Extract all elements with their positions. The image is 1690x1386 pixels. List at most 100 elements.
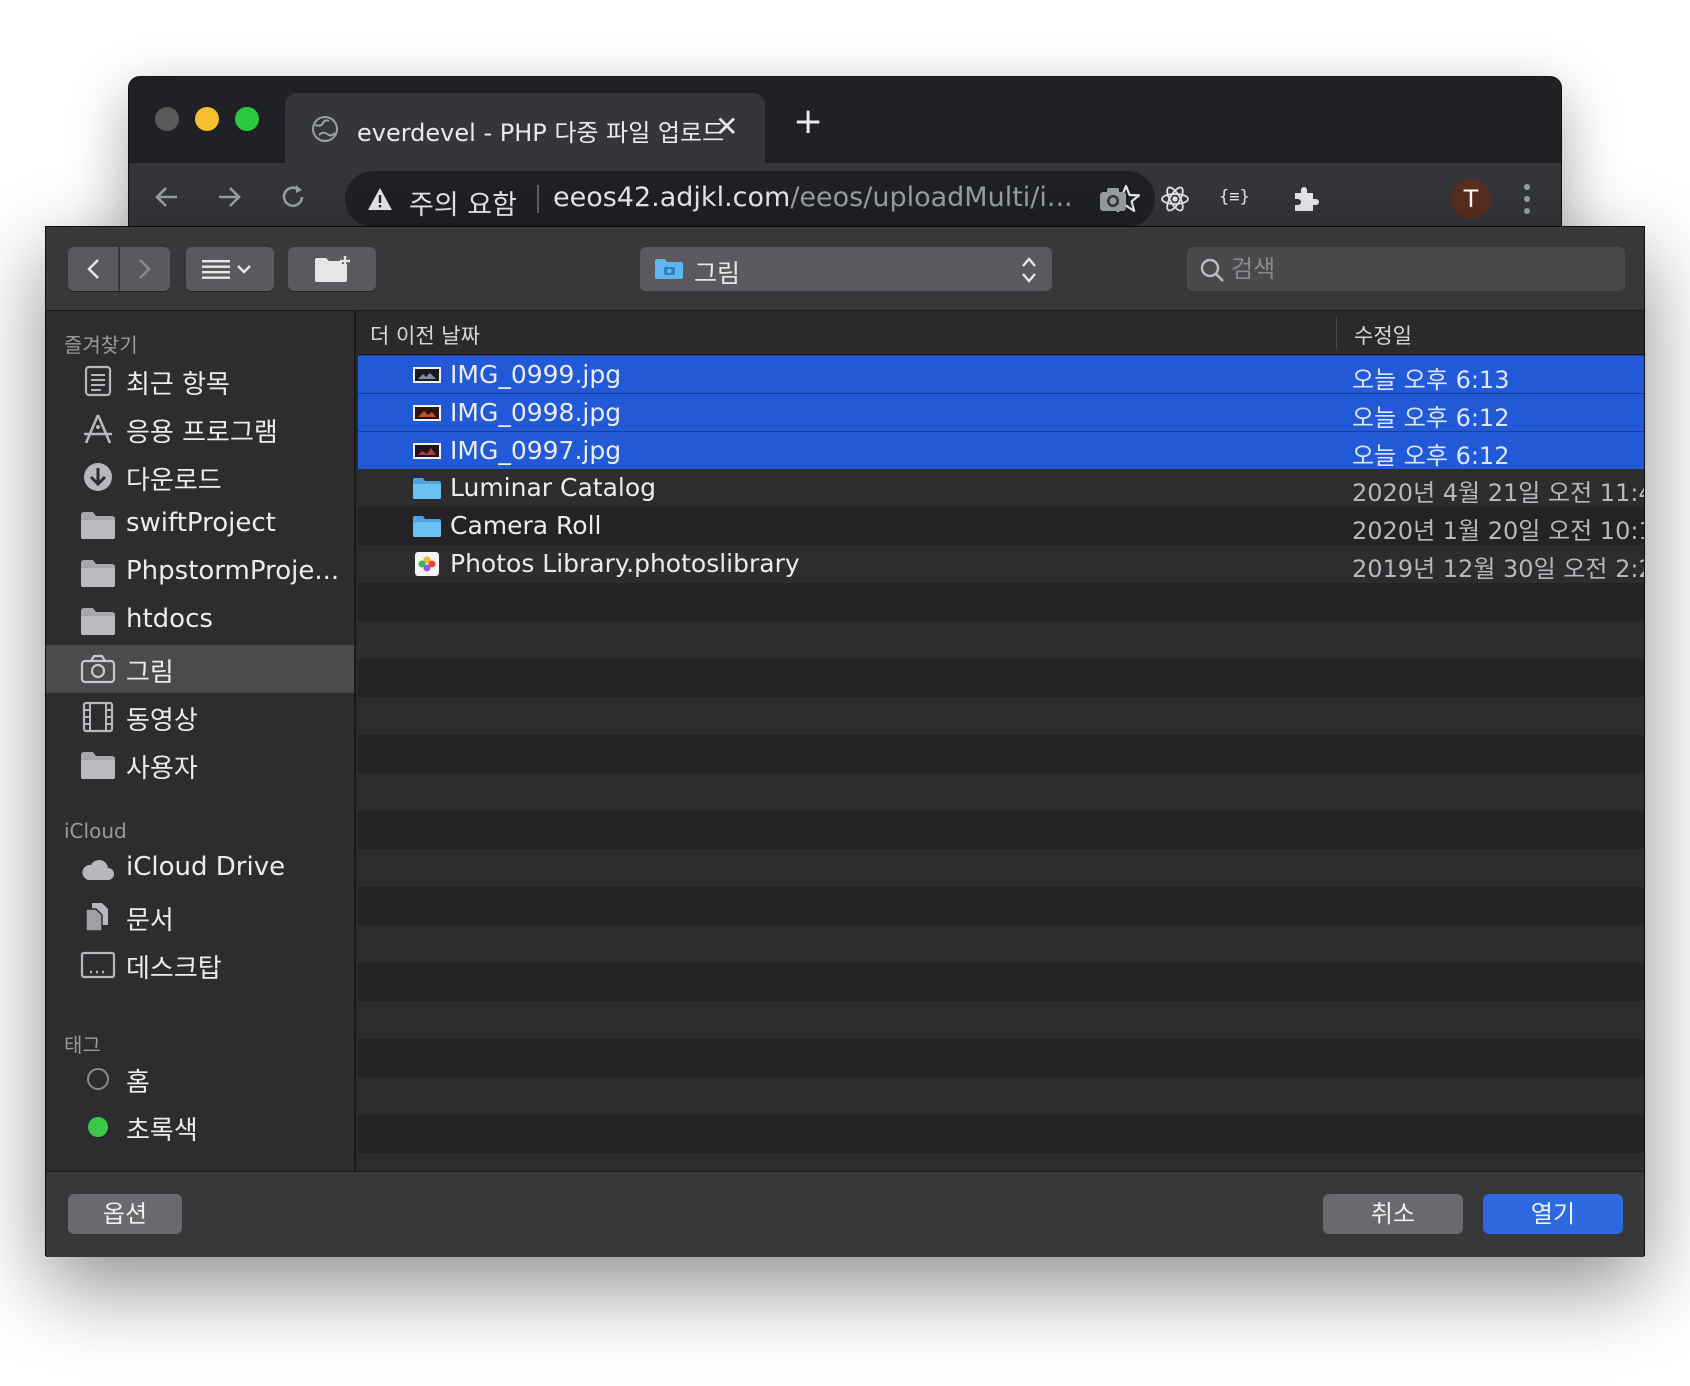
sidebar-item-pictures[interactable]: 그림 xyxy=(46,645,354,693)
file-name: Luminar Catalog xyxy=(450,473,657,502)
file-date: 오늘 오후 6:12 xyxy=(1352,404,1510,432)
file-row[interactable]: IMG_0997.jpg 오늘 오후 6:12 xyxy=(358,431,1644,470)
search-field[interactable] xyxy=(1187,247,1625,291)
warning-icon[interactable] xyxy=(367,187,393,211)
chevron-right-icon[interactable] xyxy=(132,257,156,281)
search-input[interactable] xyxy=(1231,251,1611,287)
sidebar-header-icloud: iCloud xyxy=(64,819,127,843)
image-icon xyxy=(413,405,441,421)
forward-arrow-icon[interactable] xyxy=(213,181,245,213)
updown-chevron-icon xyxy=(1022,257,1036,283)
segment-divider xyxy=(118,247,120,291)
empty-row xyxy=(358,963,1644,1001)
empty-row xyxy=(358,697,1644,735)
tab-title: everdevel - PHP 다중 파일 업로드 xyxy=(357,119,725,147)
list-header: 더 이전 날짜 수정일 xyxy=(358,311,1644,355)
sidebar-item-label: 그림 xyxy=(126,658,174,688)
sidebar-item-label: 다운로드 xyxy=(126,466,222,496)
file-row[interactable]: Luminar Catalog 2020년 4월 21일 오전 11:48 xyxy=(358,469,1644,507)
json-viewer-extension[interactable]: {≡} xyxy=(1219,187,1250,207)
folder-icon xyxy=(81,752,115,779)
sidebar-item-movies[interactable]: 동영상 xyxy=(46,693,354,741)
options-button[interactable]: 옵션 xyxy=(68,1194,182,1234)
new-folder-icon xyxy=(315,256,350,282)
sidebar-item-label: 문서 xyxy=(126,906,174,936)
empty-row xyxy=(358,811,1644,849)
photos-library-icon xyxy=(415,552,439,576)
window-zoom-button[interactable] xyxy=(235,107,259,131)
sidebar-item-htdocs[interactable]: htdocs xyxy=(46,597,354,645)
desktop-icon xyxy=(80,951,116,979)
empty-row xyxy=(358,1039,1644,1077)
sidebar-item-label: iCloud Drive xyxy=(126,852,286,882)
file-row[interactable]: IMG_0998.jpg 오늘 오후 6:12 xyxy=(358,393,1644,432)
list-view-chevron-icon xyxy=(202,260,251,279)
view-options-button[interactable] xyxy=(186,247,274,291)
sidebar-item-applications[interactable]: 응용 프로그램 xyxy=(46,405,354,453)
dialog-toolbar: 그림 xyxy=(46,227,1644,311)
file-open-dialog: 그림 즐겨찾기 최근 항목 응용 xyxy=(45,226,1645,1257)
empty-row xyxy=(358,583,1644,621)
sidebar-tag-home[interactable]: 홈 xyxy=(46,1055,354,1103)
window-close-button[interactable] xyxy=(155,107,179,131)
file-row[interactable]: Camera Roll 2020년 1월 20일 오전 10:12 xyxy=(358,507,1644,545)
browser-toolbar: 주의 요함 eeos42.adjkl.com/eeos/uploadMulti/… xyxy=(129,163,1561,235)
empty-row xyxy=(358,1001,1644,1039)
react-devtools-icon[interactable] xyxy=(1159,183,1191,215)
open-button[interactable]: 열기 xyxy=(1483,1194,1623,1234)
file-date: 오늘 오후 6:13 xyxy=(1352,366,1510,394)
sidebar-item-label: 데스크탑 xyxy=(126,954,222,984)
recents-icon xyxy=(84,365,112,397)
camera-extension-icon[interactable] xyxy=(1097,183,1129,215)
sidebar-item-phpstormprojects[interactable]: PhpstormProje... xyxy=(46,549,354,597)
file-row[interactable]: Photos Library.photoslibrary 2019년 12월 3… xyxy=(358,545,1644,583)
column-header-date[interactable]: 수정일 xyxy=(1354,320,1412,350)
empty-row xyxy=(358,1077,1644,1115)
empty-row xyxy=(358,621,1644,659)
back-arrow-icon[interactable] xyxy=(151,181,183,213)
cloud-icon xyxy=(82,860,114,880)
column-divider[interactable] xyxy=(1336,317,1337,349)
search-icon xyxy=(1200,258,1224,282)
window-minimize-button[interactable] xyxy=(195,107,219,131)
url-path: /eeos/uploadMulti/i... xyxy=(790,182,1073,213)
sidebar-item-downloads[interactable]: 다운로드 xyxy=(46,453,354,501)
file-row[interactable]: IMG_0999.jpg 오늘 오후 6:13 xyxy=(358,355,1644,394)
sidebar-item-label: 홈 xyxy=(126,1068,150,1098)
sidebar-item-swiftproject[interactable]: swiftProject xyxy=(46,501,354,549)
column-header-name[interactable]: 더 이전 날짜 xyxy=(370,320,480,350)
chevron-left-icon[interactable] xyxy=(82,257,106,281)
empty-row xyxy=(358,773,1644,811)
security-status-label[interactable]: 주의 요함 xyxy=(409,183,517,222)
file-rows: IMG_0999.jpg 오늘 오후 6:13 IMG_0998.jpg 오늘 … xyxy=(358,355,1644,1171)
extensions-puzzle-icon[interactable] xyxy=(1289,183,1321,215)
location-popup[interactable]: 그림 xyxy=(640,247,1052,291)
file-name: IMG_0999.jpg xyxy=(450,360,622,389)
new-tab-button[interactable]: + xyxy=(793,104,823,140)
more-menu-icon[interactable] xyxy=(1523,181,1531,217)
address-bar[interactable]: 주의 요함 eeos42.adjkl.com/eeos/uploadMulti/… xyxy=(345,171,1155,227)
reload-icon[interactable] xyxy=(277,181,309,213)
url-text[interactable]: eeos42.adjkl.com/eeos/uploadMulti/i... xyxy=(553,182,1073,213)
folder-icon xyxy=(81,512,115,539)
sidebar-item-desktop[interactable]: 데스크탑 xyxy=(46,941,354,989)
browser-tab[interactable]: everdevel - PHP 다중 파일 업로드 ✕ xyxy=(285,93,765,163)
empty-row xyxy=(358,735,1644,773)
sidebar-item-label: 사용자 xyxy=(126,754,198,784)
location-label: 그림 xyxy=(694,259,741,288)
profile-avatar[interactable]: T xyxy=(1451,179,1491,219)
sidebar-item-label: PhpstormProje... xyxy=(126,556,340,586)
new-folder-button[interactable] xyxy=(288,247,376,291)
cancel-button[interactable]: 취소 xyxy=(1323,1194,1463,1234)
image-icon xyxy=(413,367,441,383)
tab-close-button[interactable]: ✕ xyxy=(715,113,738,141)
file-list: 더 이전 날짜 수정일 IMG_0999.jpg 오늘 오후 6:13 IMG_… xyxy=(358,311,1644,1171)
tab-strip: everdevel - PHP 다중 파일 업로드 ✕ + xyxy=(129,77,1561,163)
sidebar-item-documents[interactable]: 문서 xyxy=(46,893,354,941)
file-date: 오늘 오후 6:12 xyxy=(1352,442,1510,470)
sidebar-item-recents[interactable]: 최근 항목 xyxy=(46,357,354,405)
film-icon xyxy=(82,701,114,733)
sidebar-item-users[interactable]: 사용자 xyxy=(46,741,354,789)
sidebar-tag-green[interactable]: 초록색 xyxy=(46,1103,354,1151)
sidebar-item-icloud-drive[interactable]: iCloud Drive xyxy=(46,845,354,893)
